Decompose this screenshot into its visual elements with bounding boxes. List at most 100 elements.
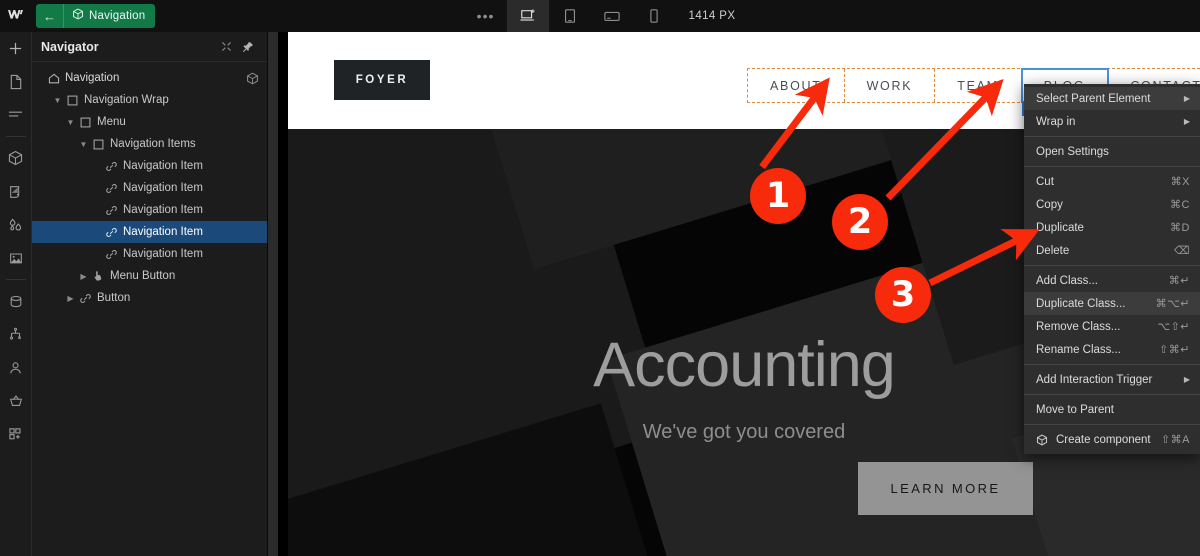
- menu-item[interactable]: Add Interaction Trigger ▶: [1024, 368, 1200, 391]
- tree-item-label: Navigation Item: [123, 248, 203, 260]
- apps-plus-icon[interactable]: [0, 417, 32, 450]
- menu-item-label: Cut: [1036, 175, 1054, 188]
- menu-item[interactable]: Wrap in ▶: [1024, 110, 1200, 133]
- menu-item[interactable]: Move to Parent: [1024, 398, 1200, 421]
- tree-item[interactable]: ▼ Navigation Wrap: [32, 89, 267, 111]
- menu-item-label: Open Settings: [1036, 145, 1109, 158]
- annotation-badge: 2: [832, 194, 888, 250]
- device-tablet-landscape[interactable]: [591, 0, 633, 32]
- more-dots-icon[interactable]: •••: [465, 0, 507, 32]
- menu-separator: [1024, 364, 1200, 365]
- annotation-badge: 3: [875, 267, 931, 323]
- root-component-icon: [246, 72, 267, 85]
- chevron-down-icon[interactable]: ▼: [77, 140, 90, 149]
- device-desktop[interactable]: [506, 0, 549, 32]
- webflow-logo-icon[interactable]: [0, 0, 32, 32]
- menu-item-label: Delete: [1036, 244, 1070, 257]
- component-cube-icon: [1036, 434, 1052, 446]
- menu-separator: [1024, 424, 1200, 425]
- layers-icon[interactable]: [0, 98, 32, 131]
- paint-icon[interactable]: [0, 175, 32, 208]
- tree-item[interactable]: Navigation Item: [32, 155, 267, 177]
- menu-item[interactable]: Cut ⌘X: [1024, 170, 1200, 193]
- menu-item[interactable]: Rename Class... ⇧⌘↵: [1024, 338, 1200, 361]
- collapse-icon[interactable]: [215, 36, 237, 58]
- basket-icon[interactable]: [0, 384, 32, 417]
- panel-title: Navigator: [41, 39, 99, 54]
- tree-item[interactable]: ▶ Button: [32, 287, 267, 309]
- menu-item-shortcut: ⌘↵: [1168, 275, 1190, 287]
- tree-item[interactable]: ▶ Menu Button: [32, 265, 267, 287]
- nav-link-label: TEAM: [957, 78, 999, 93]
- link-icon: [103, 161, 120, 172]
- menu-item-label: Duplicate Class...: [1036, 297, 1126, 310]
- component-breadcrumb[interactable]: ← Navigation: [36, 4, 156, 28]
- viewport-size-label: 1414 PX: [688, 10, 736, 22]
- database-icon[interactable]: [0, 285, 32, 318]
- page-icon[interactable]: [0, 65, 32, 98]
- chevron-down-icon[interactable]: ▼: [51, 96, 64, 105]
- annotation-badge: 1: [750, 168, 806, 224]
- menu-item[interactable]: Duplicate Class... ⌘⌥↵: [1024, 292, 1200, 315]
- pin-icon[interactable]: [237, 36, 259, 58]
- chevron-right-icon[interactable]: ▶: [77, 272, 90, 281]
- menu-item-shortcut: ⌘D: [1170, 222, 1190, 234]
- tool-rail: [0, 32, 32, 556]
- menu-item[interactable]: Duplicate ⌘D: [1024, 216, 1200, 239]
- chevron-right-icon[interactable]: ▶: [64, 294, 77, 303]
- tree-item[interactable]: ▼ Navigation Items: [32, 133, 267, 155]
- menu-item-label: Wrap in: [1036, 115, 1076, 128]
- drops-icon[interactable]: [0, 208, 32, 241]
- nav-link[interactable]: TEAM: [935, 69, 1022, 102]
- tree-item[interactable]: Navigation Item: [32, 243, 267, 265]
- menu-separator: [1024, 394, 1200, 395]
- menu-item[interactable]: Add Class... ⌘↵: [1024, 269, 1200, 292]
- cube-icon[interactable]: [0, 142, 32, 175]
- webflow-designer: ← Navigation ••• 1414 PX Navigator Navig…: [0, 0, 1200, 556]
- tree-item-label: Navigation Item: [123, 226, 203, 238]
- learn-more-button[interactable]: LEARN MORE: [858, 462, 1033, 515]
- rail-divider: [5, 136, 26, 137]
- home-icon: [45, 73, 62, 84]
- nav-link[interactable]: ABOUT: [748, 69, 845, 102]
- logic-icon[interactable]: [0, 318, 32, 351]
- tree-item[interactable]: Navigation Item: [32, 221, 267, 243]
- menu-item-label: Duplicate: [1036, 221, 1084, 234]
- nav-link[interactable]: WORK: [845, 69, 936, 102]
- menu-item[interactable]: Delete ⌫: [1024, 239, 1200, 262]
- tree-rows: ▼ Navigation Wrap ▼ Menu ▼ Navigation Items Na…: [32, 89, 267, 309]
- tree-item[interactable]: ▼ Menu: [32, 111, 267, 133]
- tree-item-label: Menu Button: [110, 270, 176, 282]
- block-icon: [64, 95, 81, 106]
- root-label: Navigation: [65, 72, 120, 84]
- device-tablet[interactable]: [549, 0, 591, 32]
- tree-item-label: Button: [97, 292, 131, 304]
- plus-icon[interactable]: [0, 32, 32, 65]
- user-icon[interactable]: [0, 351, 32, 384]
- block-icon: [77, 117, 94, 128]
- context-menu[interactable]: Select Parent Element ▶ Wrap in ▶ Open Setti…: [1024, 84, 1200, 454]
- menu-item[interactable]: Copy ⌘C: [1024, 193, 1200, 216]
- chevron-down-icon[interactable]: ▼: [64, 118, 77, 127]
- menu-item[interactable]: Remove Class... ⌥⇧↵: [1024, 315, 1200, 338]
- tree-item[interactable]: Navigation Item: [32, 177, 267, 199]
- device-mobile[interactable]: [633, 0, 675, 32]
- menu-item-label: Create component: [1056, 433, 1151, 446]
- site-logo[interactable]: FOYER: [334, 60, 430, 100]
- menu-item-shortcut: ⇧⌘↵: [1159, 344, 1190, 356]
- back-arrow-icon[interactable]: ←: [36, 4, 64, 28]
- navigator-header: Navigator: [32, 32, 267, 62]
- menu-item[interactable]: Create component ⇧⌘A: [1024, 428, 1200, 451]
- tree-root[interactable]: Navigation: [32, 67, 267, 89]
- menu-item[interactable]: Open Settings: [1024, 140, 1200, 163]
- menu-item[interactable]: Select Parent Element ▶: [1024, 87, 1200, 110]
- tree-item[interactable]: Navigation Item: [32, 199, 267, 221]
- menu-separator: [1024, 166, 1200, 167]
- tree-item-label: Navigation Item: [123, 160, 203, 172]
- image-icon[interactable]: [0, 241, 32, 274]
- tree-item-label: Navigation Item: [123, 204, 203, 216]
- nav-link-label: ABOUT: [770, 78, 822, 93]
- breadcrumb-body[interactable]: Navigation: [64, 7, 155, 25]
- chevron-right-icon: ▶: [1183, 117, 1190, 126]
- device-toolbar: ••• 1414 PX: [0, 0, 1200, 32]
